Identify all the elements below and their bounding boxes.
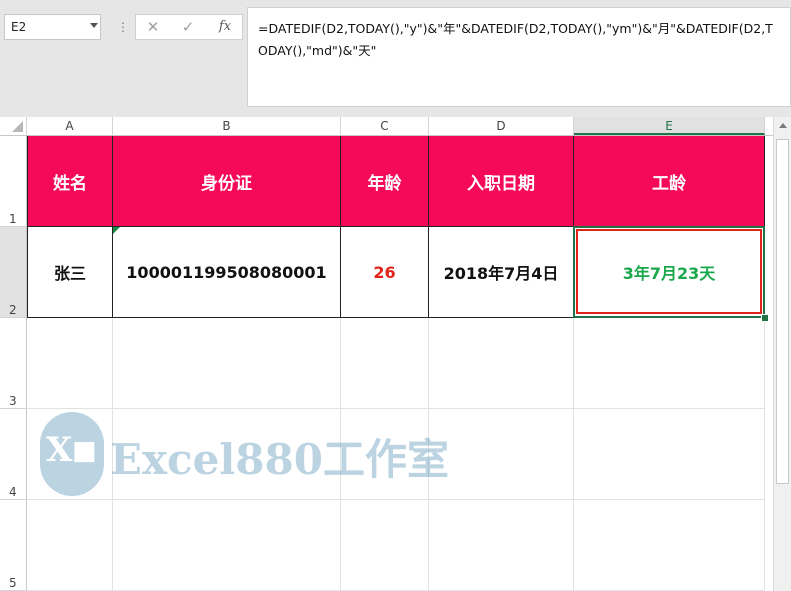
watermark-logo-glyph: ■ bbox=[72, 436, 97, 466]
formula-bar-dots-icon: ⋮ bbox=[117, 20, 129, 34]
name-box-dropdown-icon[interactable] bbox=[90, 23, 98, 28]
formula-buttons: ✕ ✓ fx bbox=[135, 14, 243, 40]
cell-c1-header-age[interactable]: 年龄 bbox=[341, 136, 429, 227]
column-header-e[interactable]: E bbox=[574, 117, 765, 135]
cell-b3[interactable] bbox=[113, 318, 341, 409]
row-header-5[interactable]: 5 bbox=[0, 500, 27, 591]
cell-a3[interactable] bbox=[27, 318, 113, 409]
watermark: X ■ Excel880工作室 bbox=[40, 412, 449, 502]
cell-b1-header-id[interactable]: 身份证 bbox=[113, 136, 341, 227]
cell-a1-header-name[interactable]: 姓名 bbox=[27, 136, 113, 227]
cell-c3[interactable] bbox=[341, 318, 429, 409]
cell-d1-header-hire-date[interactable]: 入职日期 bbox=[429, 136, 574, 227]
formula-bar-area: E2 ⋮ ✕ ✓ fx =DATEDIF(D2,TODAY(),"y")&"年"… bbox=[0, 0, 791, 117]
row-number: 4 bbox=[9, 485, 17, 499]
row-header-4[interactable]: 4 bbox=[0, 409, 27, 500]
insert-function-icon[interactable]: fx bbox=[212, 15, 238, 39]
row-number: 5 bbox=[9, 576, 17, 590]
highlight-box bbox=[576, 229, 762, 314]
cell-e4[interactable] bbox=[574, 409, 765, 500]
error-indicator-icon[interactable] bbox=[113, 227, 120, 234]
cancel-icon[interactable]: ✕ bbox=[142, 15, 164, 39]
cell-a5[interactable] bbox=[27, 500, 113, 591]
select-all-icon[interactable] bbox=[12, 121, 23, 132]
cell-e1-header-tenure[interactable]: 工龄 bbox=[574, 136, 765, 227]
name-box[interactable]: E2 bbox=[4, 14, 101, 40]
cell-e3[interactable] bbox=[574, 318, 765, 409]
watermark-brand: Excel880工作室 bbox=[110, 435, 449, 484]
cell-d5[interactable] bbox=[429, 500, 574, 591]
watermark-logo-letter: X bbox=[46, 430, 73, 470]
row-header-3[interactable]: 3 bbox=[0, 318, 27, 409]
fill-handle[interactable] bbox=[761, 314, 769, 322]
column-header-d[interactable]: D bbox=[429, 117, 574, 135]
column-header-c[interactable]: C bbox=[341, 117, 429, 135]
cell-b2-id[interactable]: 100001199508080001 bbox=[113, 227, 341, 318]
watermark-logo-icon: X ■ bbox=[40, 412, 104, 496]
cell-d2-hire-date[interactable]: 2018年7月4日 bbox=[429, 227, 574, 318]
cell-b5[interactable] bbox=[113, 500, 341, 591]
cell-c5[interactable] bbox=[341, 500, 429, 591]
scrollbar-thumb[interactable] bbox=[776, 139, 789, 484]
column-header-a[interactable]: A bbox=[27, 117, 113, 135]
cell-c2-age[interactable]: 26 bbox=[341, 227, 429, 318]
row-header-2[interactable]: 2 bbox=[0, 227, 27, 318]
select-all-corner[interactable] bbox=[0, 117, 27, 135]
cell-a2-name[interactable]: 张三 bbox=[27, 227, 113, 318]
scroll-up-icon[interactable] bbox=[779, 123, 787, 128]
cell-d3[interactable] bbox=[429, 318, 574, 409]
column-header-bar: A B C D E bbox=[0, 117, 791, 136]
vertical-scrollbar[interactable] bbox=[773, 117, 791, 591]
cell-e5[interactable] bbox=[574, 500, 765, 591]
row-number: 2 bbox=[9, 303, 17, 317]
enter-check-icon[interactable]: ✓ bbox=[177, 15, 199, 39]
row-header-1[interactable]: 1 bbox=[0, 136, 27, 227]
cell-d4[interactable] bbox=[429, 409, 574, 500]
column-header-b[interactable]: B bbox=[113, 117, 341, 135]
row-number: 1 bbox=[9, 212, 17, 226]
formula-input[interactable]: =DATEDIF(D2,TODAY(),"y")&"年"&DATEDIF(D2,… bbox=[247, 7, 791, 107]
row-number: 3 bbox=[9, 394, 17, 408]
